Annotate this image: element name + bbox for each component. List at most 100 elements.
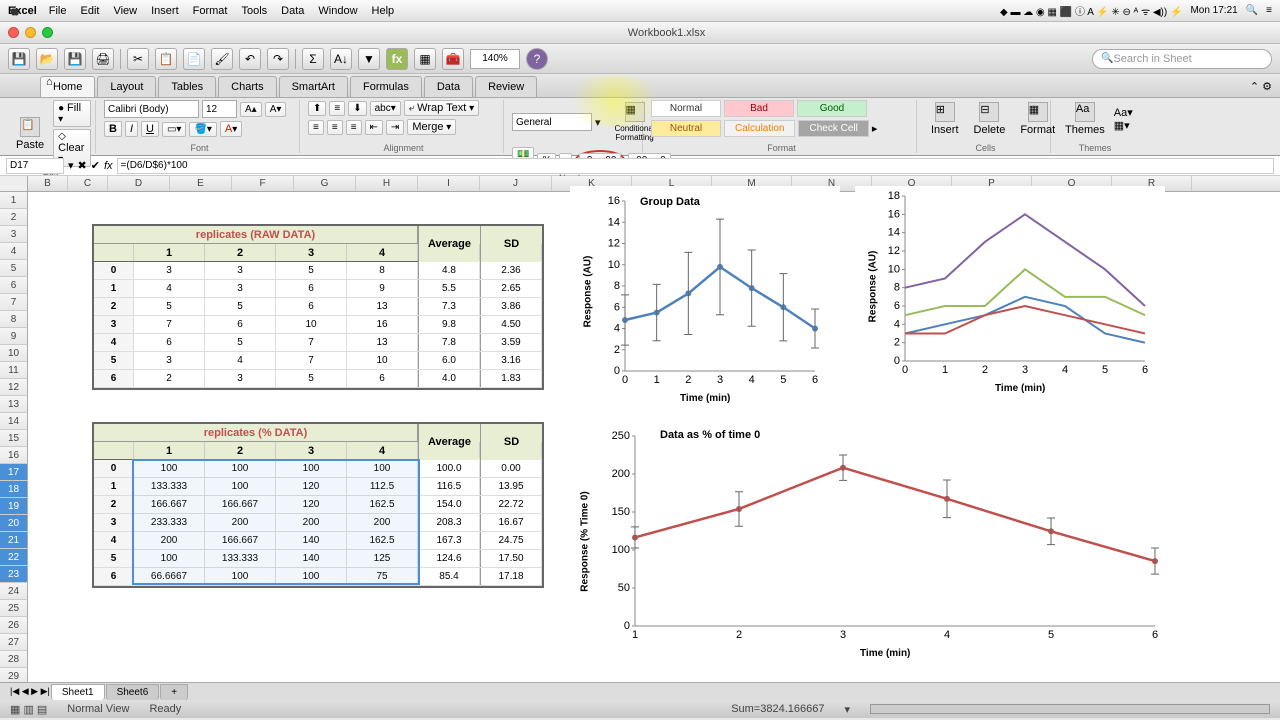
hscroll[interactable]: [870, 704, 1270, 714]
table-row[interactable]: 37610169.84.50: [94, 316, 542, 334]
style-bad[interactable]: Bad: [724, 100, 794, 117]
row-header[interactable]: 24: [0, 583, 28, 600]
undo-icon[interactable]: ↶: [239, 48, 261, 70]
row-header[interactable]: 27: [0, 634, 28, 651]
row-header[interactable]: 2: [0, 209, 28, 226]
table-row[interactable]: 5347106.03.16: [94, 352, 542, 370]
save2-icon[interactable]: 💾: [64, 48, 86, 70]
close-button[interactable]: [8, 27, 19, 38]
fontcolor-button[interactable]: A▾: [220, 121, 242, 137]
table-row[interactable]: 033584.82.36: [94, 262, 542, 280]
ribbon-collapse-icon[interactable]: ⌃ ⚙: [1242, 76, 1280, 97]
menu-edit[interactable]: Edit: [80, 5, 99, 17]
fx-label[interactable]: fx: [104, 160, 113, 172]
col-header[interactable]: G: [294, 176, 356, 191]
align-left-icon[interactable]: ≡: [308, 120, 324, 135]
sort-icon[interactable]: A↓: [330, 48, 352, 70]
paste-icon[interactable]: 📄: [183, 48, 205, 70]
grow-font-icon[interactable]: A▴: [240, 102, 262, 117]
bold-button[interactable]: B: [104, 121, 122, 137]
sheet-tab-active[interactable]: Sheet1: [51, 684, 105, 700]
underline-button[interactable]: U: [141, 121, 159, 137]
row-header[interactable]: 23: [0, 566, 28, 583]
menu-tools[interactable]: Tools: [241, 5, 267, 17]
brush-icon[interactable]: 🖌: [211, 48, 233, 70]
sheet-tab-other[interactable]: Sheet6: [106, 684, 160, 700]
spotlight-icon[interactable]: 🔍: [1246, 5, 1258, 16]
col-header[interactable]: E: [170, 176, 232, 191]
font-select[interactable]: [104, 100, 199, 118]
row-header[interactable]: 19: [0, 498, 28, 515]
help-icon[interactable]: ?: [526, 48, 548, 70]
insert-button[interactable]: ⊞Insert: [925, 100, 965, 138]
menu-help[interactable]: Help: [372, 5, 395, 17]
tab-review[interactable]: Review: [475, 76, 537, 97]
tab-tables[interactable]: Tables: [158, 76, 216, 97]
row-header[interactable]: 7: [0, 294, 28, 311]
row-header[interactable]: 22: [0, 549, 28, 566]
tab-charts[interactable]: Charts: [218, 76, 276, 97]
home-icon[interactable]: ⌂: [46, 76, 53, 88]
row-header[interactable]: 9: [0, 328, 28, 345]
table-row[interactable]: 4200166.667140162.5167.324.75: [94, 532, 542, 550]
italic-button[interactable]: I: [125, 121, 138, 137]
add-sheet-button[interactable]: +: [160, 684, 188, 700]
save-icon[interactable]: 💾: [8, 48, 30, 70]
row-header[interactable]: 5: [0, 260, 28, 277]
outdent-icon[interactable]: ⇤: [365, 120, 383, 135]
table-row[interactable]: 2556137.33.86: [94, 298, 542, 316]
align-right-icon[interactable]: ≡: [346, 120, 362, 135]
row-header[interactable]: 3: [0, 226, 28, 243]
theme-font-icon[interactable]: ▦▾: [1114, 119, 1133, 132]
row-header[interactable]: 8: [0, 311, 28, 328]
row-header[interactable]: 18: [0, 481, 28, 498]
cancel-icon[interactable]: ✖: [78, 159, 87, 172]
worksheet[interactable]: BCDEFGHIJKLMNOPQR 1234567891011121314151…: [0, 176, 1280, 682]
row-header[interactable]: 26: [0, 617, 28, 634]
row-header[interactable]: 29: [0, 668, 28, 682]
table-row[interactable]: 143695.52.65: [94, 280, 542, 298]
zoom-button[interactable]: [42, 27, 53, 38]
row-header[interactable]: 28: [0, 651, 28, 668]
row-header[interactable]: 16: [0, 447, 28, 464]
cell-reference[interactable]: [6, 158, 64, 174]
indent-icon[interactable]: ⇥: [386, 120, 404, 135]
row-header[interactable]: 12: [0, 379, 28, 396]
border-button[interactable]: ▭▾: [162, 122, 186, 137]
row-header[interactable]: 10: [0, 345, 28, 362]
fillcolor-button[interactable]: 🪣▾: [189, 122, 216, 137]
row-header[interactable]: 13: [0, 396, 28, 413]
themes-button[interactable]: AaThemes: [1059, 100, 1111, 138]
menu-file[interactable]: File: [49, 5, 67, 17]
sum-icon[interactable]: Σ: [302, 48, 324, 70]
row-header[interactable]: 15: [0, 430, 28, 447]
shrink-font-icon[interactable]: A▾: [265, 102, 287, 117]
menu-data[interactable]: Data: [281, 5, 304, 17]
align-mid-icon[interactable]: ≡: [329, 101, 345, 116]
row-header[interactable]: 6: [0, 277, 28, 294]
paste-button[interactable]: 📋Paste: [10, 115, 50, 153]
theme-color-icon[interactable]: Aa▾: [1114, 106, 1133, 119]
table-row[interactable]: 1133.333100120112.5116.513.95: [94, 478, 542, 496]
col-header[interactable]: I: [418, 176, 480, 191]
row-header[interactable]: 4: [0, 243, 28, 260]
style-neutral[interactable]: Neutral: [651, 120, 721, 137]
row-header[interactable]: 14: [0, 413, 28, 430]
tab-data[interactable]: Data: [424, 76, 473, 97]
col-header[interactable]: J: [480, 176, 552, 191]
tab-layout[interactable]: Layout: [97, 76, 156, 97]
wrap-button[interactable]: ⤶ Wrap Text ▾: [404, 100, 479, 116]
col-header[interactable]: F: [232, 176, 294, 191]
formula-input[interactable]: [117, 158, 1274, 174]
col-header[interactable]: D: [108, 176, 170, 191]
chart-percent[interactable]: Data as % of time 0 Response (% Time 0) …: [570, 421, 1180, 661]
style-more-icon[interactable]: ▸: [872, 122, 878, 135]
tab-smartart[interactable]: SmartArt: [279, 76, 348, 97]
orient-icon[interactable]: abc▾: [370, 101, 401, 116]
align-top-icon[interactable]: ⬆: [308, 101, 326, 116]
row-header[interactable]: 1: [0, 192, 28, 209]
chart-series[interactable]: Response (AU) Time (min) 024681012141618…: [855, 186, 1165, 396]
menu-icon[interactable]: ≡: [1266, 5, 1272, 16]
fx-icon[interactable]: fx: [386, 48, 408, 70]
table-row[interactable]: 2166.667166.667120162.5154.022.72: [94, 496, 542, 514]
